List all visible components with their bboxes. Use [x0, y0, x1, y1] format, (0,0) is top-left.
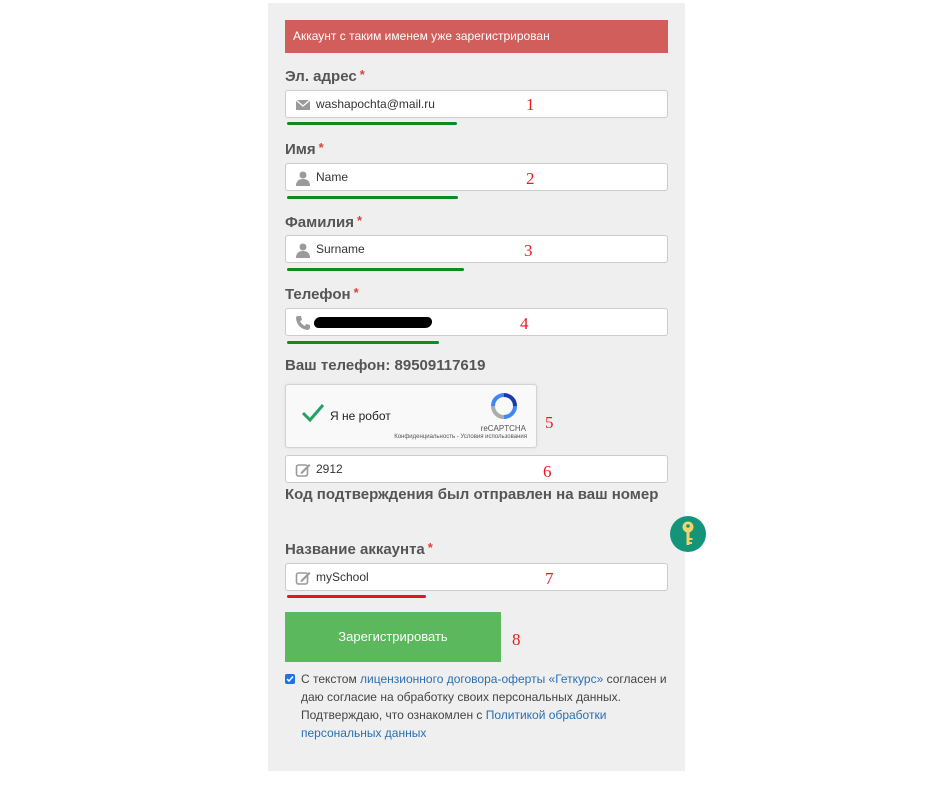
annotation-5: 5 [545, 413, 554, 432]
annotation-2: 2 [526, 169, 535, 188]
required-mark: * [359, 67, 365, 82]
phone-info: Ваш телефон: 89509117619 [285, 357, 486, 374]
user-icon [296, 243, 310, 258]
recaptcha-brand: reCAPTCHA [480, 424, 526, 433]
first-name-underline [287, 196, 458, 199]
consent-checkbox[interactable] [285, 674, 295, 684]
last-name-value: Surname [316, 242, 365, 256]
register-button[interactable]: Зарегистрировать [285, 612, 501, 662]
phone-icon [296, 316, 310, 330]
last-name-underline [287, 268, 464, 271]
edit-icon [295, 572, 311, 585]
envelope-icon [295, 99, 311, 110]
checkmark-icon [301, 404, 325, 423]
code-value: 2912 [316, 462, 343, 476]
key-icon [682, 521, 694, 545]
recaptcha-logo-icon [491, 393, 517, 419]
phone-field[interactable] [285, 308, 668, 336]
annotation-8: 8 [512, 630, 521, 649]
phone-label: Телефон * [285, 285, 359, 303]
phone-underline [287, 341, 439, 344]
account-label: Название аккаунта * [285, 540, 433, 558]
license-agreement-link[interactable]: лицензионного договора-оферты «Геткурс» [360, 672, 603, 686]
last-name-label: Фамилия * [285, 213, 363, 231]
first-name-value: Name [316, 170, 349, 184]
recaptcha-footer[interactable]: Конфиденциальность - Условия использован… [346, 434, 527, 440]
code-field[interactable]: 2912 [285, 455, 668, 483]
user-icon [296, 171, 310, 186]
account-underline [287, 595, 426, 598]
first-name-label: Имя * [285, 140, 324, 158]
annotation-6: 6 [543, 462, 552, 481]
recaptcha-label: Я не робот [330, 409, 391, 423]
email-field[interactable]: washapochta@mail.ru [285, 90, 668, 118]
email-value: washapochta@mail.ru [316, 97, 435, 111]
code-hint: Код подтверждения был отправлен на ваш н… [285, 486, 659, 503]
check-icon [286, 676, 294, 683]
required-mark: * [427, 540, 433, 555]
email-underline [287, 122, 457, 125]
redaction-scribble [313, 317, 433, 328]
required-mark: * [318, 140, 324, 155]
annotation-7: 7 [545, 569, 554, 588]
annotation-4: 4 [520, 314, 529, 333]
last-name-field[interactable]: Surname [285, 235, 668, 263]
edit-icon [295, 464, 311, 477]
account-field[interactable]: mySchool [285, 563, 668, 591]
recaptcha-widget[interactable]: Я не робот reCAPTCHA Конфиденциальность … [285, 384, 537, 448]
annotation-3: 3 [524, 241, 533, 260]
error-alert: Аккаунт с таким именем уже зарегистриров… [285, 20, 668, 53]
consent-text: С текстом лицензионного договора-оферты … [301, 672, 667, 740]
required-mark: * [356, 213, 363, 228]
required-mark: * [353, 285, 359, 300]
email-label: Эл. адрес * [285, 67, 365, 85]
first-name-field[interactable]: Name [285, 163, 668, 191]
account-value: mySchool [316, 570, 369, 584]
key-widget[interactable] [670, 516, 706, 552]
annotation-1: 1 [526, 95, 535, 114]
